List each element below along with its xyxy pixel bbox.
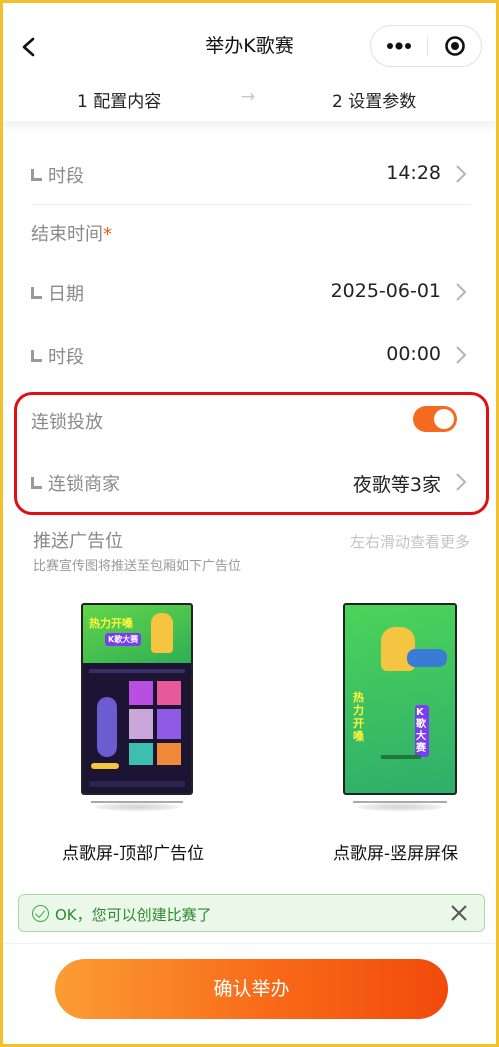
decor-strip (381, 755, 421, 759)
required-mark: * (103, 224, 112, 245)
target-icon (445, 36, 465, 56)
chevron-right-icon (456, 346, 467, 364)
toggle-knob (434, 409, 454, 429)
start-time-value: 14:28 (386, 162, 441, 184)
chain-label: 连锁投放 (31, 412, 103, 433)
chain-toggle-row: 连锁投放 (31, 395, 471, 445)
close-icon[interactable] (447, 901, 471, 925)
ad-caption-screensaver: 点歌屏-竖屏屏保 (333, 844, 459, 864)
confirm-host-button[interactable]: 确认举办 (55, 959, 448, 1019)
start-time-label: 时段 (31, 162, 84, 188)
menu-strip (89, 669, 185, 673)
avatar-figure (97, 697, 117, 757)
chain-merchants-value: 夜歌等3家 (352, 474, 441, 496)
end-time-value: 00:00 (386, 343, 441, 365)
end-time-label: 结束时间* (31, 220, 112, 246)
ad-preview-top-banner[interactable]: 热力开嗓 K歌大赛 (81, 603, 193, 815)
end-date-value: 2025-06-01 (330, 280, 441, 302)
more-button[interactable] (371, 26, 427, 66)
sub-item-icon (31, 169, 42, 181)
start-time-row[interactable]: 时段 14:28 (31, 149, 471, 199)
end-date-row[interactable]: 日期 2025-06-01 (31, 267, 471, 317)
tv-screen: 热力开嗓 K歌大赛 (343, 603, 457, 795)
step-set-parameters[interactable]: 2 设置参数 (332, 87, 416, 112)
tile (129, 681, 153, 705)
bottom-bar (89, 781, 185, 787)
end-time-row[interactable]: 时段 00:00 (31, 330, 471, 380)
tile (157, 681, 181, 705)
chain-merchants-row[interactable]: 连锁商家 夜歌等3家 (31, 457, 471, 507)
singer-body (407, 649, 447, 667)
sub-item-icon (31, 350, 42, 362)
chain-merchants-label-text: 连锁商家 (48, 474, 120, 495)
end-date-label-text: 日期 (48, 284, 84, 305)
tv-screen: 热力开嗓 K歌大赛 (81, 603, 193, 795)
chain-toggle[interactable] (413, 406, 457, 432)
end-time-header: 结束时间* (31, 207, 471, 257)
swipe-hint: 左右滑动查看更多 (349, 533, 470, 551)
end-time-slot-label-text: 时段 (48, 347, 84, 368)
end-date-label: 日期 (31, 280, 84, 306)
sub-item-icon (31, 287, 42, 299)
app-frame: 举办K歌赛 1 配置内容 → 2 设置参数 时段 14:28 结束时间* 日期 … (0, 0, 499, 1047)
step-configure-content[interactable]: 1 配置内容 (77, 87, 161, 112)
close-miniprogram-button[interactable] (428, 26, 482, 66)
ad-section-title: 推送广告位 (33, 531, 123, 552)
ellipsis-icon (387, 42, 411, 50)
singer-figure (151, 613, 173, 653)
start-time-label-text: 时段 (48, 166, 84, 187)
tv-shadow (95, 803, 179, 811)
tv-shadow (357, 803, 443, 811)
tile (157, 709, 181, 739)
banner-subtitle: K歌大赛 (105, 633, 142, 646)
tile (129, 743, 153, 765)
banner-title: 热力开嗓 (89, 617, 133, 630)
miniprogram-capsule (370, 25, 482, 67)
toast-message: OK，您可以创建比赛了 (55, 906, 212, 924)
end-time-slot-label: 时段 (31, 343, 84, 369)
chevron-right-icon (456, 165, 467, 183)
success-toast: OK，您可以创建比赛了 (18, 894, 485, 932)
end-time-label-text: 结束时间 (31, 224, 103, 245)
sub-item-icon (31, 477, 42, 489)
banner-title: 热力开嗓 (353, 691, 364, 743)
ad-preview-screensaver[interactable]: 热力开嗓 K歌大赛 (343, 603, 457, 815)
tile (157, 743, 181, 765)
banner-subtitle: K歌大赛 (415, 705, 429, 757)
chevron-right-icon (456, 473, 467, 491)
nav-bar: 举办K歌赛 (3, 3, 496, 87)
button-strip (91, 763, 119, 769)
check-circle-icon (32, 905, 49, 922)
ad-section-subtitle: 比赛宣传图将推送至包厢如下广告位 (33, 559, 242, 574)
ad-caption-top: 点歌屏-顶部广告位 (62, 844, 205, 864)
tile (129, 709, 153, 739)
divider (31, 204, 471, 205)
step-arrow: → (241, 87, 256, 107)
chain-merchants-label: 连锁商家 (31, 470, 120, 496)
step-indicator: 1 配置内容 → 2 设置参数 (3, 79, 496, 121)
banner-area: 热力开嗓 K歌大赛 (83, 605, 191, 663)
chevron-right-icon (456, 283, 467, 301)
